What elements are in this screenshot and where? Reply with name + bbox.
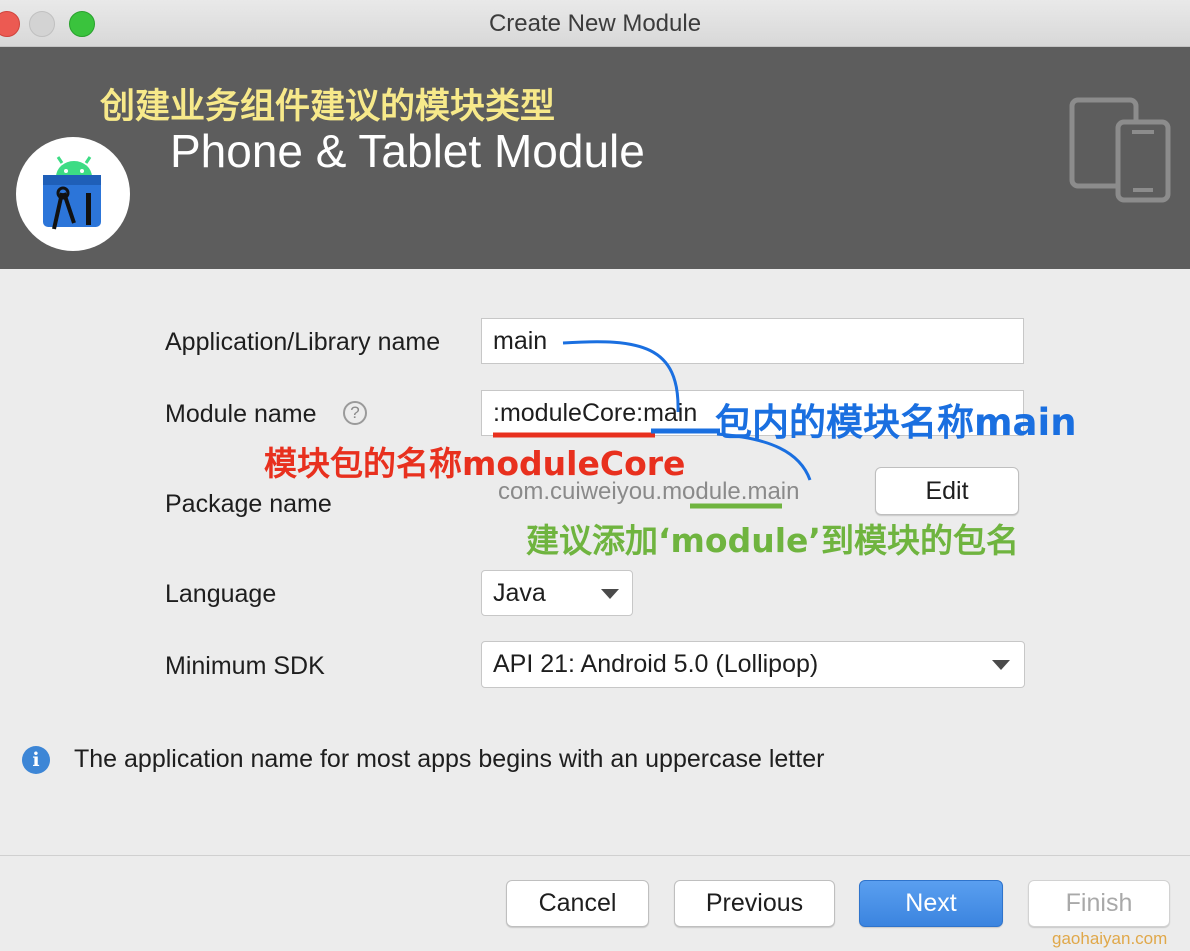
- next-button[interactable]: Next: [859, 880, 1003, 927]
- min-sdk-value: API 21: Android 5.0 (Lollipop): [493, 650, 819, 678]
- module-type-title: Phone & Tablet Module: [170, 125, 645, 177]
- help-icon[interactable]: ?: [343, 401, 367, 425]
- window-titlebar: Create New Module: [0, 0, 1190, 47]
- edit-package-button[interactable]: Edit: [875, 467, 1019, 515]
- module-type-annotation: 创建业务组件建议的模块类型: [100, 87, 556, 127]
- module-inner-name-annotation: 包内的模块名称main: [715, 401, 1077, 444]
- info-icon: i: [22, 746, 50, 774]
- app-name-label: Application/Library name: [165, 328, 441, 356]
- package-name-label: Package name: [165, 490, 332, 518]
- language-value: Java: [493, 578, 546, 607]
- language-select[interactable]: Java: [481, 570, 633, 616]
- module-type-header: 创建业务组件建议的模块类型 Phone & Tablet Module: [0, 47, 1190, 269]
- min-sdk-select[interactable]: API 21: Android 5.0 (Lollipop): [481, 641, 1025, 688]
- info-message: The application name for most apps begin…: [74, 745, 825, 773]
- footer-divider: [0, 855, 1190, 856]
- dropdown-caret-icon: [992, 660, 1010, 670]
- watermark: gaohaiyan.com: [1052, 929, 1168, 948]
- window-title: Create New Module: [488, 10, 702, 37]
- module-name-value: :moduleCore:main: [493, 398, 698, 427]
- previous-button[interactable]: Previous: [674, 880, 835, 927]
- module-package-name-annotation: 模块包的名称moduleCore: [264, 444, 686, 483]
- module-name-label: Module name: [165, 400, 317, 428]
- language-label: Language: [165, 580, 277, 608]
- cancel-button[interactable]: Cancel: [506, 880, 649, 927]
- finish-button: Finish: [1028, 880, 1170, 927]
- package-suggestion-annotation: 建议添加‘module’到模块的包名: [526, 521, 1019, 560]
- app-name-input[interactable]: main: [481, 318, 1024, 364]
- min-sdk-label: Minimum SDK: [165, 652, 325, 680]
- app-name-value: main: [493, 326, 548, 355]
- dropdown-caret-icon: [601, 589, 619, 599]
- phone-tablet-icon: [1068, 96, 1172, 209]
- android-studio-logo-icon: [16, 137, 130, 251]
